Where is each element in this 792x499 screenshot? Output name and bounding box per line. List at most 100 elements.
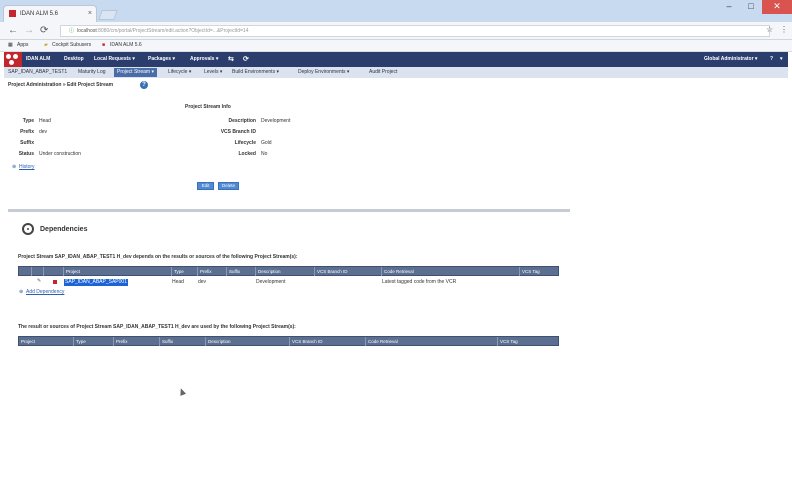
tab-close-icon[interactable]: × [88, 6, 92, 22]
minimize-button[interactable]: – [718, 0, 740, 14]
tab-title: IDAN ALM 5.6 [20, 11, 59, 17]
depends-table-header: Project Type Prefix Suffix Description V… [18, 266, 559, 276]
add-dependency-icon: ⊕ [19, 289, 24, 295]
bookmarks-bar: ▦ Apps ▰ Cockpit Subusers ■ IDAN ALM 5.6 [0, 40, 792, 52]
row-type: Head [172, 279, 184, 285]
col2-prefix[interactable]: Prefix [113, 337, 159, 346]
sub-navigation: SAP_IDAN_ABAP_TEST1 Maturity Log Project… [4, 67, 788, 78]
used-by-text: The result or sources of Project Stream … [18, 324, 296, 330]
menu-dropdown-icon[interactable]: ▾ [780, 52, 783, 67]
browser-menu-icon[interactable]: ⋮ [780, 25, 788, 34]
col2-project[interactable]: Project [19, 337, 73, 346]
col-delete [31, 267, 43, 276]
edit-button[interactable]: Edit [197, 182, 214, 190]
subnav-build-env[interactable]: Build Environments ▾ [232, 67, 279, 78]
browser-tab[interactable]: IDAN ALM 5.6 × [3, 5, 97, 22]
address-bar-row: ← → ⟳ ⓘ localhost:8080/cm/portal/ProjectS… [0, 22, 792, 40]
value-type: Head [39, 118, 51, 124]
value-description: Development [261, 118, 291, 124]
subnav-project[interactable]: SAP_IDAN_ABAP_TEST1 [8, 67, 67, 78]
label-prefix: Prefix [20, 129, 34, 135]
subnav-audit-project[interactable]: Audit Project [369, 67, 397, 78]
col-edit [19, 267, 31, 276]
value-locked: No [261, 151, 268, 157]
used-by-table-header: Project Type Prefix Suffix Description V… [18, 336, 559, 346]
col2-vcs-branch[interactable]: VCS Branch ID [289, 337, 365, 346]
col2-suffix[interactable]: Suffix [159, 337, 205, 346]
subnav-deploy-env[interactable]: Deploy Environments ▾ [298, 67, 349, 78]
bookmark-apps[interactable]: Apps [17, 40, 28, 51]
menu-packages[interactable]: Packages ▾ [148, 52, 175, 67]
bookmark-star-icon[interactable]: ☆ [766, 25, 773, 34]
app-logo-text: IDAN ALM [26, 56, 51, 62]
back-arrow-icon[interactable]: ← [8, 25, 18, 36]
refresh-menu-icon[interactable]: ⟳ [243, 52, 249, 67]
section-divider [8, 209, 570, 212]
browser-titlebar: IDAN ALM 5.6 × – □ ✕ [0, 0, 792, 22]
breadcrumb: Project Administration » Edit Project St… [8, 82, 114, 88]
menu-local-requests[interactable]: Local Requests ▾ [94, 52, 135, 67]
col-vcs-tag[interactable]: VCS Tag [519, 267, 559, 276]
menu-approvals[interactable]: Approvals ▾ [190, 52, 218, 67]
subnav-lifecycle[interactable]: Lifecycle ▾ [168, 67, 191, 78]
idan-logo-icon [4, 52, 22, 67]
col-project[interactable]: Project [63, 267, 171, 276]
label-description: Description [228, 118, 256, 124]
dependencies-icon [22, 223, 34, 235]
apps-grid-icon[interactable]: ▦ [8, 40, 13, 51]
add-dependency-link[interactable]: Add Dependency [26, 289, 64, 295]
subnav-levels[interactable]: Levels ▾ [204, 67, 222, 78]
col-code-retrieval[interactable]: Code Retrieval [381, 267, 519, 276]
maximize-button[interactable]: □ [740, 0, 762, 14]
subnav-project-stream[interactable]: Project Stream ▾ [114, 68, 157, 77]
label-status: Status [18, 151, 34, 157]
page-info-icon[interactable]: ⓘ [69, 28, 74, 34]
transport-icon[interactable]: ⇆ [228, 52, 234, 67]
value-prefix: dev [39, 129, 48, 135]
depends-on-text: Project Stream SAP_IDAN_ABAP_TEST1 H_dev… [18, 254, 298, 260]
delete-button[interactable]: Delete [218, 182, 239, 190]
col-prefix[interactable]: Prefix [197, 267, 226, 276]
help-icon[interactable]: ? [140, 81, 148, 89]
col-vcs-branch[interactable]: VCS Branch ID [314, 267, 381, 276]
new-tab-button[interactable] [98, 10, 118, 20]
history-link[interactable]: History [19, 164, 35, 170]
menu-desktop[interactable]: Desktop [64, 52, 84, 67]
user-menu[interactable]: Global Administrator ▾ [704, 52, 757, 67]
label-locked: Locked [238, 151, 256, 157]
row-code-retrieval: Latest tagged code from the VCR [382, 279, 457, 285]
bookmark-favicon-icon: ■ [102, 42, 106, 48]
col-suffix[interactable]: Suffix [226, 267, 255, 276]
label-suffix: Suffix [20, 140, 34, 146]
row-project[interactable]: SAP_IDAN_ABAP_SAP001 [64, 279, 128, 286]
mouse-cursor-icon [177, 387, 187, 396]
col-description[interactable]: Description [255, 267, 314, 276]
forward-arrow-icon[interactable]: → [24, 25, 34, 36]
table-row: ✎ SAP_IDAN_ABAP_SAP001 Head dev Developm… [18, 277, 559, 287]
edit-pencil-icon[interactable]: ✎ [37, 278, 41, 284]
bookmark-cockpit[interactable]: Cockpit Subusers [52, 40, 91, 51]
col-type[interactable]: Type [171, 267, 197, 276]
label-lifecycle: Lifecycle [234, 140, 256, 146]
value-lifecycle: Gold [261, 140, 272, 146]
subnav-maturity-log[interactable]: Maturity Log [78, 67, 106, 78]
col2-description[interactable]: Description [205, 337, 289, 346]
bookmark-idan[interactable]: IDAN ALM 5.6 [110, 40, 142, 51]
close-window-button[interactable]: ✕ [762, 0, 792, 14]
dependencies-title: Dependencies [40, 226, 88, 233]
value-status: Under construction [39, 151, 81, 157]
col2-vcs-tag[interactable]: VCS Tag [497, 337, 559, 346]
col2-code-retrieval[interactable]: Code Retrieval [365, 337, 497, 346]
col-empty [43, 267, 63, 276]
label-vcs-branch: VCS Branch ID [220, 129, 256, 135]
app-favicon-icon [9, 10, 16, 17]
app-window: IDAN ALM 5.6 × – □ ✕ ← → ⟳ ⓘ localhost:80… [0, 0, 792, 499]
col2-type[interactable]: Type [73, 337, 113, 346]
reload-icon[interactable]: ⟳ [40, 25, 48, 36]
url-path: :8080/cm/portal/ProjectStream/edit.actio… [96, 28, 249, 34]
help-menu-icon[interactable]: ? [770, 52, 773, 67]
url-host: localhost [77, 28, 97, 34]
delete-row-icon[interactable] [53, 280, 57, 284]
url-input[interactable]: ⓘ localhost:8080/cm/portal/ProjectStream/… [60, 25, 770, 37]
app-menu-bar: IDAN ALM Desktop Local Requests ▾ Packag… [4, 52, 788, 67]
